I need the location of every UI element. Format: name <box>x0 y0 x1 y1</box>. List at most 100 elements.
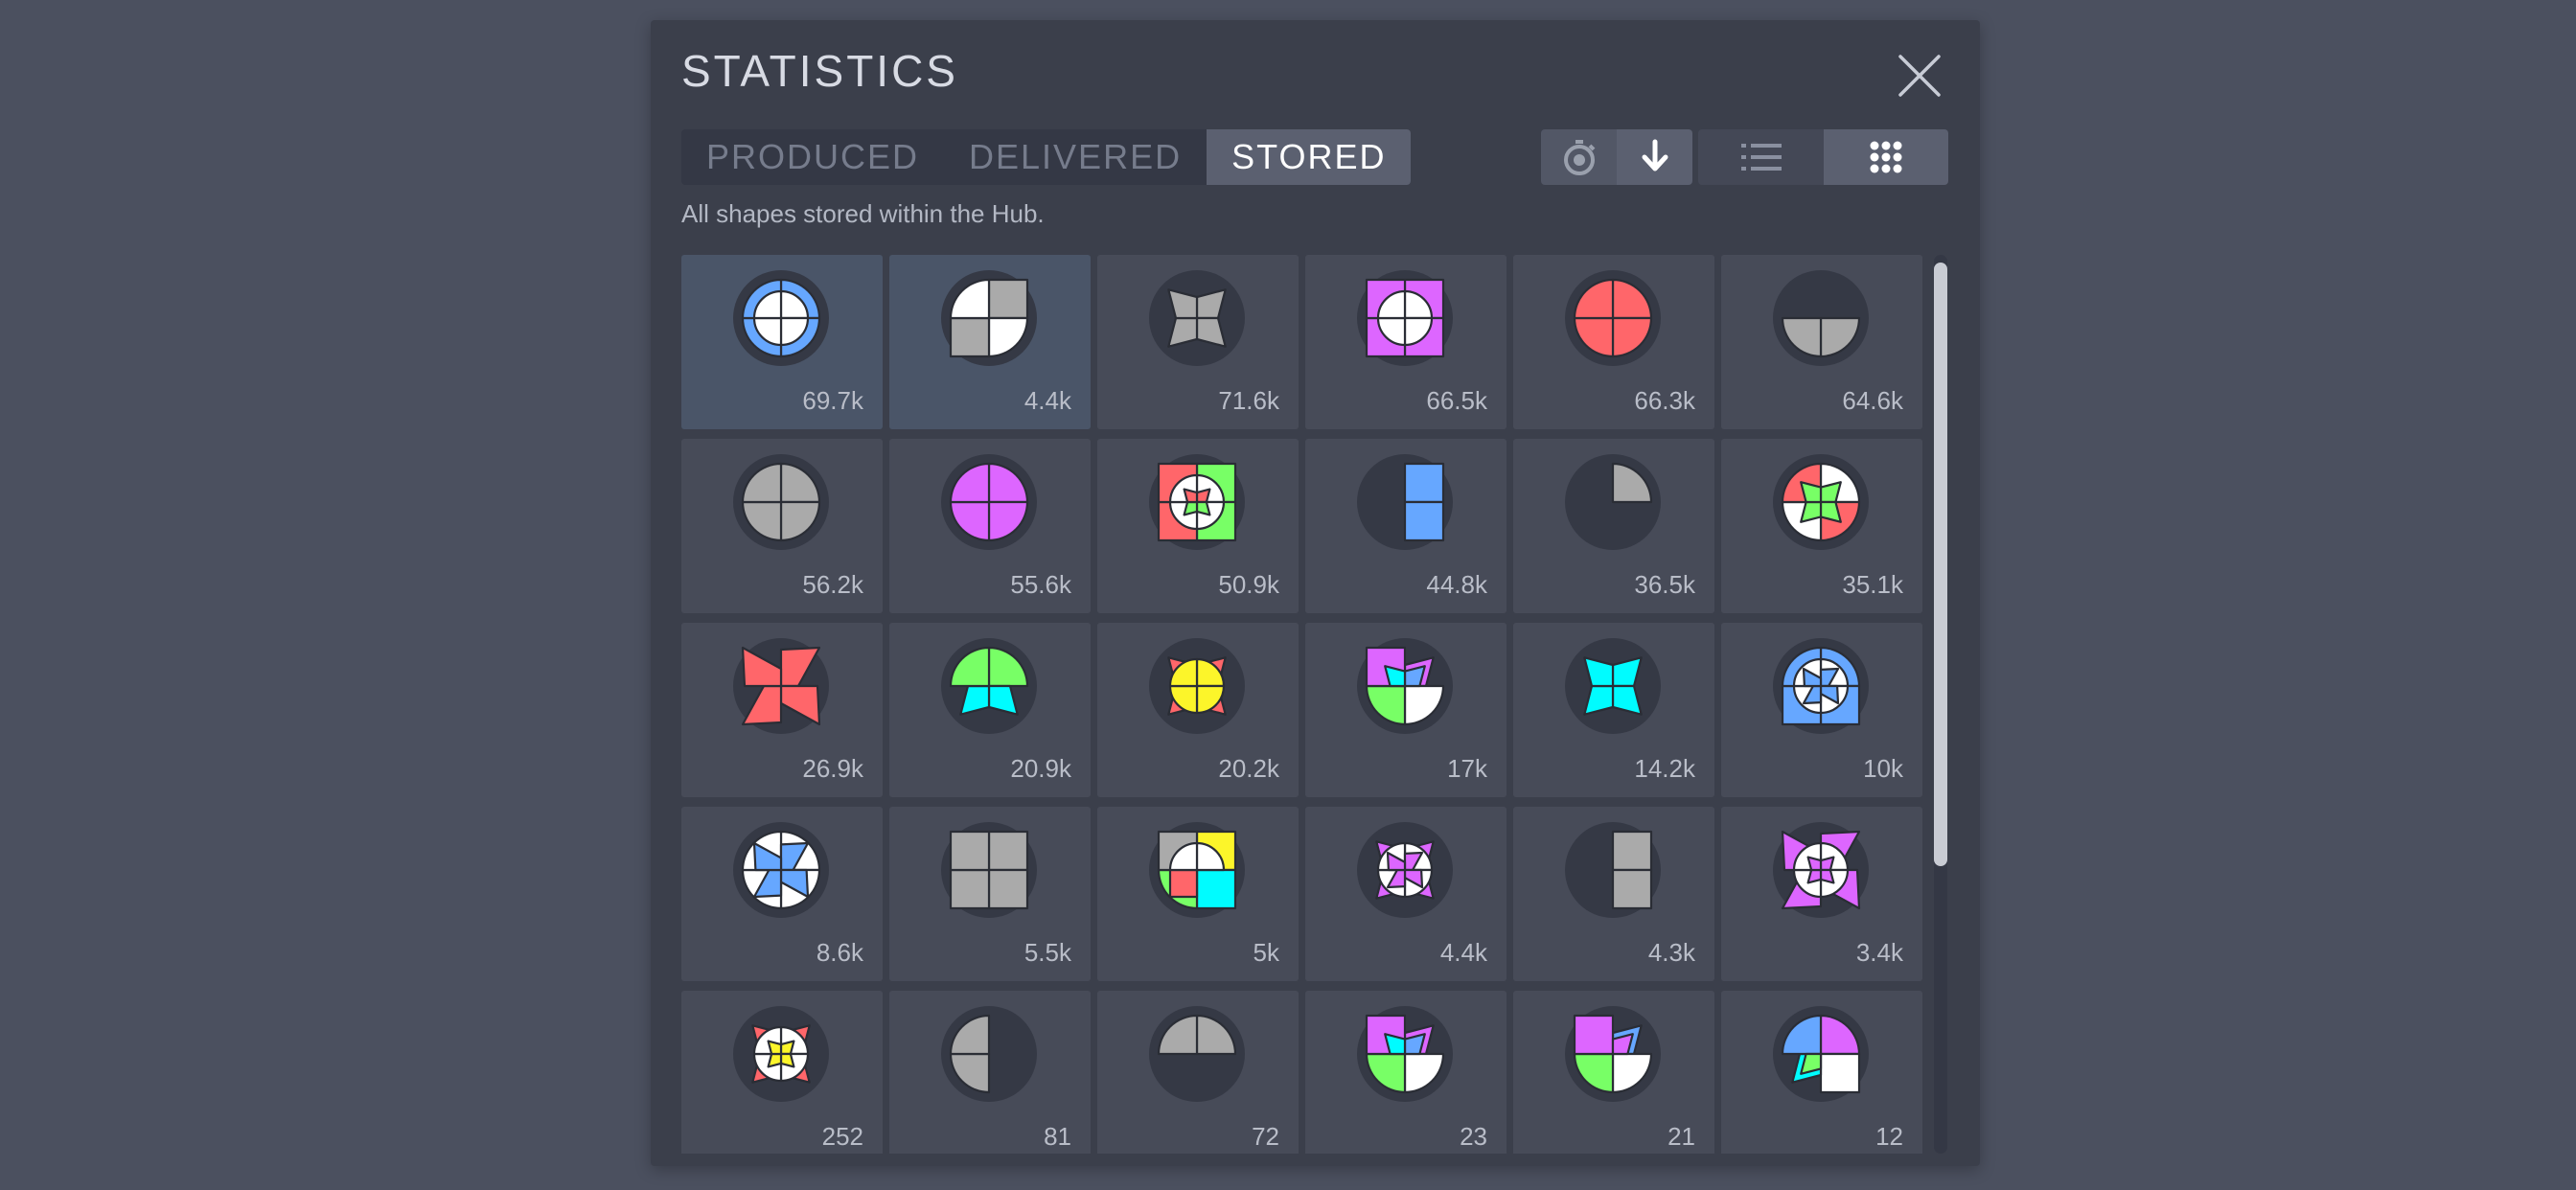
shape-tile[interactable]: 69.7k <box>681 255 883 429</box>
shape-tile[interactable]: 55.6k <box>889 439 1091 613</box>
shape-count: 66.3k <box>1634 386 1695 415</box>
shape-icon <box>1357 454 1453 550</box>
arrow-down-icon <box>1642 139 1668 172</box>
shape-icon <box>733 822 829 918</box>
shape-icon <box>941 454 1037 550</box>
shape-icon <box>1565 454 1661 550</box>
shape-count: 71.6k <box>1218 386 1279 415</box>
shape-count: 26.9k <box>802 754 863 783</box>
shape-count: 14.2k <box>1634 754 1695 783</box>
shape-icon <box>1357 270 1453 366</box>
shape-count: 56.2k <box>802 570 863 599</box>
shape-icon <box>1357 638 1453 734</box>
tab-bar: PRODUCED DELIVERED STORED <box>681 129 1412 185</box>
shape-tile[interactable]: 21 <box>1513 991 1714 1154</box>
shape-icon <box>1773 270 1869 366</box>
shape-icon <box>1357 822 1453 918</box>
shape-count: 4.4k <box>1439 938 1487 967</box>
shape-tile[interactable]: 71.6k <box>1097 255 1299 429</box>
shape-count: 252 <box>821 1122 863 1151</box>
tab-stored[interactable]: STORED <box>1207 129 1412 185</box>
shape-icon <box>1773 822 1869 918</box>
shape-tile[interactable]: 4.3k <box>1513 807 1714 981</box>
statistics-dialog: STATISTICS PRODUCED DELIVERED STORED All… <box>651 20 1980 1166</box>
shape-icon <box>733 270 829 366</box>
list-view-icon <box>1740 144 1782 171</box>
stopwatch-icon <box>1563 140 1595 175</box>
shape-icon <box>1773 454 1869 550</box>
rate-mode-toggle <box>1541 129 1692 185</box>
shape-tile[interactable]: 20.2k <box>1097 623 1299 797</box>
shape-icon <box>1149 454 1245 550</box>
sort-down-button[interactable] <box>1617 129 1692 185</box>
shape-count: 4.4k <box>1024 386 1071 415</box>
shape-icon <box>1773 638 1869 734</box>
grid-view-icon <box>1870 141 1902 173</box>
shape-tile[interactable]: 20.9k <box>889 623 1091 797</box>
shape-icon <box>941 638 1037 734</box>
shape-tile[interactable]: 36.5k <box>1513 439 1714 613</box>
shape-tile[interactable]: 4.4k <box>889 255 1091 429</box>
shape-count: 4.3k <box>1647 938 1695 967</box>
shape-tile[interactable]: 35.1k <box>1721 439 1922 613</box>
shape-tile[interactable]: 44.8k <box>1305 439 1506 613</box>
shape-count: 35.1k <box>1842 570 1903 599</box>
shape-count: 10k <box>1863 754 1903 783</box>
shape-tile[interactable]: 14.2k <box>1513 623 1714 797</box>
shape-count: 55.6k <box>1010 570 1071 599</box>
shape-tile[interactable]: 64.6k <box>1721 255 1922 429</box>
shape-count: 5k <box>1253 938 1279 967</box>
stopwatch-button[interactable] <box>1541 129 1617 185</box>
shape-tile[interactable]: 5.5k <box>889 807 1091 981</box>
shape-icon <box>941 822 1037 918</box>
shape-count: 5.5k <box>1024 938 1071 967</box>
shape-count: 69.7k <box>802 386 863 415</box>
shape-count: 36.5k <box>1634 570 1695 599</box>
shape-count: 20.2k <box>1218 754 1279 783</box>
shape-tile[interactable]: 81 <box>889 991 1091 1154</box>
shape-tile[interactable]: 26.9k <box>681 623 883 797</box>
shape-tile[interactable]: 3.4k <box>1721 807 1922 981</box>
list-view-button[interactable] <box>1698 129 1824 185</box>
shape-icon <box>941 270 1037 366</box>
tab-delivered[interactable]: DELIVERED <box>944 129 1207 185</box>
grid-view-button[interactable] <box>1824 129 1948 185</box>
shape-tile[interactable]: 252 <box>681 991 883 1154</box>
shape-tile[interactable]: 10k <box>1721 623 1922 797</box>
shape-grid-viewport: 69.7k 4.4k 71.6k 66.5k 66.3k 64.6k 56.2k 55.6k 5… <box>681 255 1927 1154</box>
shape-count: 23 <box>1460 1122 1487 1151</box>
scrollbar[interactable] <box>1934 255 1947 1154</box>
shape-count: 44.8k <box>1426 570 1487 599</box>
dialog-title: STATISTICS <box>681 46 958 96</box>
shape-grid: 69.7k 4.4k 71.6k 66.5k 66.3k 64.6k 56.2k 55.6k 5… <box>681 255 1927 1154</box>
shape-tile[interactable]: 66.3k <box>1513 255 1714 429</box>
shape-count: 21 <box>1668 1122 1695 1151</box>
shape-tile[interactable]: 50.9k <box>1097 439 1299 613</box>
shape-tile[interactable]: 12 <box>1721 991 1922 1154</box>
shape-icon <box>733 638 829 734</box>
view-mode-toggle <box>1698 129 1948 185</box>
shape-icon <box>1565 638 1661 734</box>
shape-count: 20.9k <box>1010 754 1071 783</box>
shape-tile[interactable]: 8.6k <box>681 807 883 981</box>
shape-icon <box>1565 1006 1661 1102</box>
shape-icon <box>1149 1006 1245 1102</box>
shape-count: 8.6k <box>816 938 863 967</box>
shape-tile[interactable]: 66.5k <box>1305 255 1506 429</box>
shape-tile[interactable]: 5k <box>1097 807 1299 981</box>
shape-icon <box>1149 822 1245 918</box>
shape-tile[interactable]: 17k <box>1305 623 1506 797</box>
scrollbar-thumb[interactable] <box>1934 263 1947 866</box>
shape-icon <box>1773 1006 1869 1102</box>
close-icon[interactable] <box>1897 53 1943 99</box>
shape-count: 3.4k <box>1855 938 1903 967</box>
shape-tile[interactable]: 4.4k <box>1305 807 1506 981</box>
shape-tile[interactable]: 56.2k <box>681 439 883 613</box>
tab-produced[interactable]: PRODUCED <box>681 129 944 185</box>
shape-tile[interactable]: 23 <box>1305 991 1506 1154</box>
shape-icon <box>1149 270 1245 366</box>
shape-icon <box>733 454 829 550</box>
shape-tile[interactable]: 72 <box>1097 991 1299 1154</box>
shape-icon <box>1565 822 1661 918</box>
shape-icon <box>1149 638 1245 734</box>
